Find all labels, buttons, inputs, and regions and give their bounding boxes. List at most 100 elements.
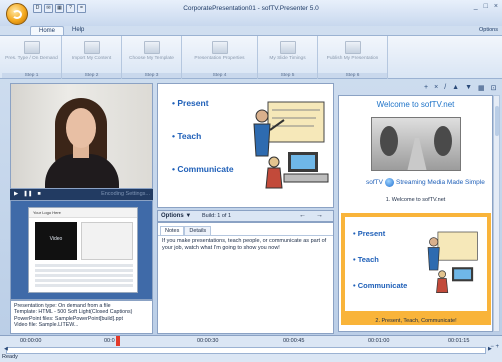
logo-tagline: Streaming Media Made Simple <box>395 179 485 186</box>
slide-2-content: Present Teach Communicate <box>345 217 487 311</box>
slide-bullet: Teach <box>353 255 379 264</box>
build-nav-arrows[interactable]: ← → <box>299 212 327 219</box>
slide-toolbar: + × / ▲ ▼ ▦ ⊡ <box>424 84 500 94</box>
encoding-settings-link[interactable]: Encoding Settings... <box>101 191 150 197</box>
slide-bullet: Teach <box>172 131 201 141</box>
timeline-tick: 00:0 <box>104 338 115 344</box>
ribbon-label: Import My Content <box>71 56 112 61</box>
ribbon-label: Choose My Template <box>129 56 174 61</box>
pause-icon[interactable]: ❚❚ <box>23 191 32 197</box>
current-slide: Present Teach Communicate <box>157 83 334 208</box>
slide-caption: 2. Present, Teach, Communicate! <box>375 318 457 324</box>
tree-shape <box>434 126 452 156</box>
slide-thumbnail-2[interactable]: Present Teach Communicate 2. Present, Te… <box>341 213 491 325</box>
options-link[interactable]: Options <box>479 27 498 33</box>
ribbon: Pres. Type / On Demand Step 1 Import My C… <box>0 35 502 79</box>
step-label: Step 1 <box>2 73 61 78</box>
ribbon-step-1[interactable]: Pres. Type / On Demand Step 1 <box>2 36 62 79</box>
slide-timings-icon <box>279 41 296 54</box>
window-title: CorporatePresentation01 - sofTV.Presente… <box>183 5 319 12</box>
play-icon[interactable]: ▶ <box>14 191 18 197</box>
timeline-tick: 00:01:15 <box>448 338 470 344</box>
step-label: Step 2 <box>62 73 121 78</box>
presenter-clipart <box>253 101 329 189</box>
move-up-icon[interactable]: ▲ <box>452 84 459 94</box>
slide-title: Welcome to sofTV.net <box>376 100 455 109</box>
video-controls: ▶ ❚❚ ■ Encoding Settings... <box>10 189 153 200</box>
presentation-info: Presentation type: On demand from a file… <box>10 300 153 334</box>
template-video-area: Video <box>35 222 77 260</box>
ribbon-step-5[interactable]: My Slide Timings Step 5 <box>258 36 318 79</box>
tree-shape <box>380 126 398 156</box>
maximize-button[interactable]: □ <box>484 3 488 10</box>
notes-panel: Notes Details If you make presentations,… <box>157 222 334 334</box>
slide-caption: 1. Welcome to sofTV.net <box>385 197 446 203</box>
ribbon-label: My Slide Timings <box>269 56 306 61</box>
slide-photo <box>371 117 461 171</box>
ribbon-step-3[interactable]: Choose My Template Step 3 <box>122 36 182 79</box>
properties-icon <box>211 41 228 54</box>
step-label: Step 6 <box>318 73 387 78</box>
timeline-track[interactable] <box>6 347 486 354</box>
template-icon <box>143 41 160 54</box>
edit-icon[interactable]: / <box>444 84 446 94</box>
ribbon-step-6[interactable]: Publish My Presentation Step 6 <box>318 36 388 79</box>
slide-bullet: Communicate <box>172 164 233 174</box>
delete-icon[interactable]: × <box>434 84 438 94</box>
presenter-face <box>66 108 96 148</box>
slide-list: Welcome to sofTV.net sofTV Streaming Medi… <box>338 95 493 332</box>
build-indicator: Build: 1 of 1 <box>202 213 232 219</box>
softv-logo: sofTV Streaming Media Made Simple <box>366 178 485 187</box>
options-dropdown[interactable]: Options ▼ <box>161 213 191 219</box>
road-shape <box>407 138 427 170</box>
step-label: Step 5 <box>258 73 317 78</box>
slide-bullet: Present <box>172 98 208 108</box>
slide-bullet: Present <box>353 229 386 238</box>
template-logo-placeholder: Your Logo Here <box>33 210 61 215</box>
timeline-tick: 00:00:45 <box>283 338 305 344</box>
playhead-marker[interactable] <box>116 336 120 346</box>
logo-text: sofTV <box>366 179 383 186</box>
add-icon[interactable]: + <box>424 84 428 94</box>
ribbon-label: Presentation Properties <box>194 56 245 61</box>
notes-text[interactable]: If you make presentations, teach people,… <box>158 235 333 253</box>
timeline: 00:00:00 00:0 00:00:30 00:00:45 00:01:00… <box>0 335 502 362</box>
import-content-icon <box>83 41 100 54</box>
video-preview[interactable] <box>10 83 153 189</box>
template-caption-rows <box>35 264 133 289</box>
notes-tabs: Notes Details <box>158 223 333 235</box>
timeline-tick: 00:00:00 <box>20 338 42 344</box>
scroll-left-icon[interactable]: ◀ <box>4 346 8 352</box>
timeline-tick: 00:01:00 <box>368 338 390 344</box>
zoom-controls[interactable]: − + <box>490 344 499 350</box>
publish-icon <box>344 41 361 54</box>
template-slide-area <box>81 222 133 260</box>
scrollbar-thumb[interactable] <box>495 106 499 136</box>
template-preview: Your Logo Here Video <box>28 207 138 293</box>
move-down-icon[interactable]: ▼ <box>465 84 472 94</box>
stop-icon[interactable]: ■ <box>37 191 40 197</box>
presentation-type-icon <box>23 41 40 54</box>
ribbon-step-4[interactable]: Presentation Properties Step 4 <box>182 36 258 79</box>
slide-bullet: Communicate <box>353 281 408 290</box>
ribbon-label: Pres. Type / On Demand <box>5 56 58 61</box>
step-label: Step 3 <box>122 73 181 78</box>
close-button[interactable]: × <box>494 3 498 10</box>
list-view-icon[interactable]: ⊡ <box>491 84 497 94</box>
ribbon-label: Publish My Presentation <box>326 56 379 61</box>
presenter-clipart <box>427 231 478 293</box>
slide-list-scrollbar[interactable] <box>493 95 500 332</box>
grid-view-icon[interactable]: ▦ <box>478 84 485 94</box>
info-line: Template: HTML - 500 Soft Light(Closed C… <box>14 309 133 316</box>
template-preview-pane: Your Logo Here Video <box>10 200 153 300</box>
logo-globe-icon <box>384 178 394 187</box>
timeline-tick: 00:00:30 <box>197 338 219 344</box>
status-text: Ready <box>2 354 18 360</box>
title-bar: D ✉ ▦ ? = CorporatePresentation01 - sofT… <box>0 0 502 26</box>
ribbon-step-2[interactable]: Import My Content Step 2 <box>62 36 122 79</box>
tab-notes[interactable]: Notes <box>160 226 185 235</box>
app-window: D ✉ ▦ ? = CorporatePresentation01 - sofT… <box>0 0 502 362</box>
info-line: Video file: Sample.LITEW... <box>14 322 79 329</box>
minimize-button[interactable]: _ <box>474 3 478 10</box>
tab-details[interactable]: Details <box>184 226 212 235</box>
